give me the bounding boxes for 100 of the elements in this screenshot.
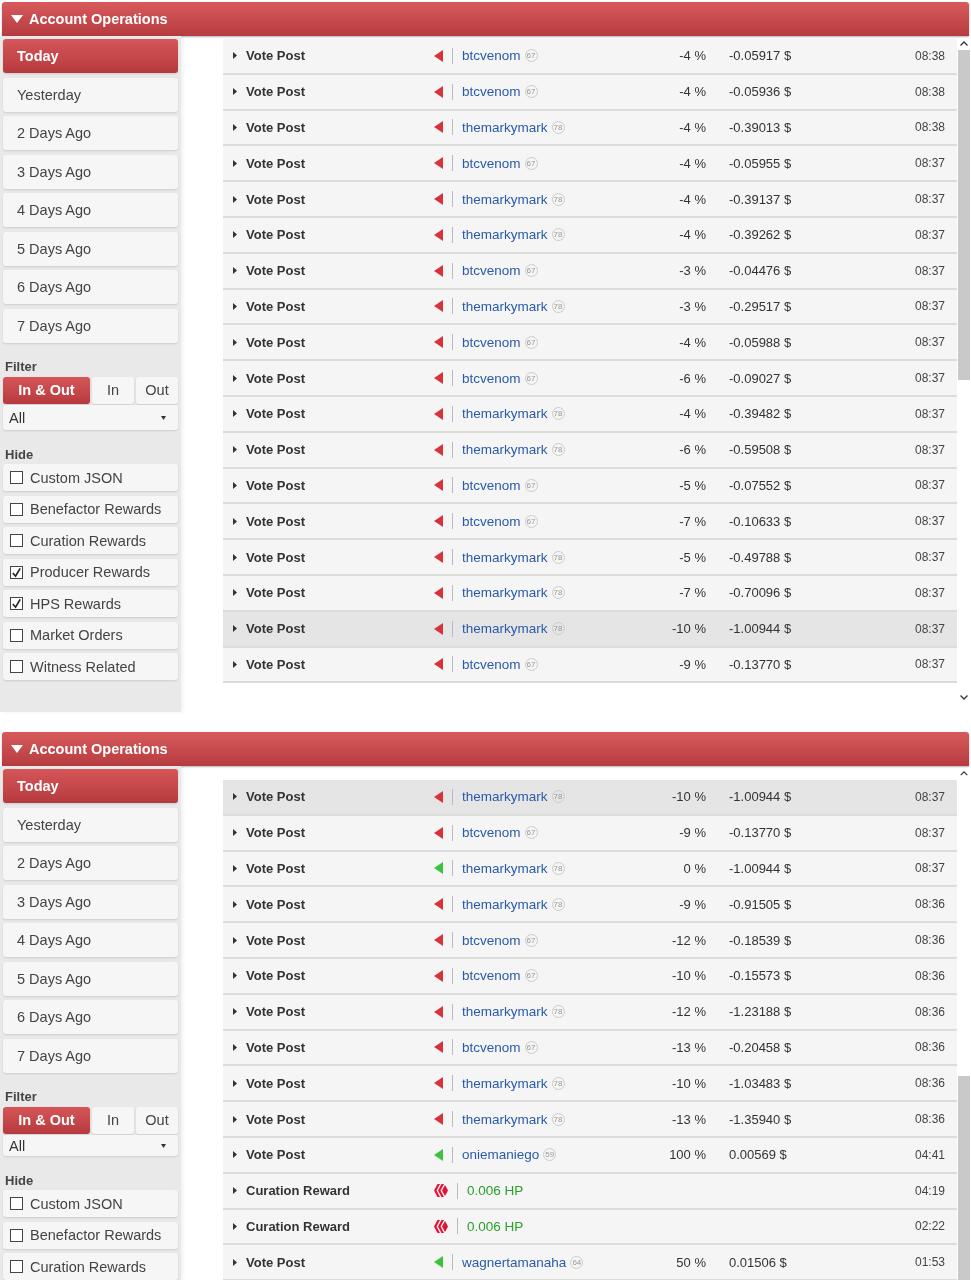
checkbox[interactable] — [10, 471, 23, 484]
expand-icon[interactable] — [233, 793, 237, 801]
expand-icon[interactable] — [233, 302, 237, 310]
expand-icon[interactable] — [233, 195, 237, 203]
operation-row[interactable]: Curation Reward 0.006 HP 02:22 — [223, 1209, 957, 1246]
expand-icon[interactable] — [233, 865, 237, 872]
scroll-up-icon[interactable] — [960, 771, 968, 776]
checkbox[interactable] — [10, 565, 23, 579]
day-tab[interactable]: Yesterday — [3, 77, 178, 112]
account-link[interactable]: btcvenom — [462, 263, 521, 279]
operation-row[interactable]: Vote Post btcvenom 67 -10 % -0.15573 $ 08:36 — [223, 959, 957, 995]
account-link[interactable]: themarkymark — [462, 585, 548, 601]
operation-row[interactable]: Vote Post btcvenom 67 -9 % -0.13770 $ 08:37 — [223, 647, 957, 684]
operation-row[interactable]: Vote Post themarkymark 78 0 % -1.00944 $ 08:37 — [223, 851, 957, 888]
account-link[interactable]: wagnertamanaha — [462, 1254, 567, 1270]
account-link[interactable]: themarkymark — [462, 1075, 548, 1091]
expand-icon[interactable] — [233, 829, 237, 837]
expand-icon[interactable] — [233, 1115, 237, 1123]
checkbox[interactable] — [10, 502, 23, 516]
account-link[interactable]: themarkymark — [462, 1004, 548, 1020]
expand-icon[interactable] — [233, 1151, 237, 1159]
day-tab[interactable]: 5 Days Ago — [3, 961, 178, 996]
expand-icon[interactable] — [233, 900, 237, 908]
account-link[interactable]: themarkymark — [462, 120, 548, 135]
operation-row[interactable]: Vote Post themarkymark 78 -3 % -0.29517 $ 08:37 — [223, 289, 957, 326]
hide-option[interactable]: Custom JSON — [3, 464, 178, 491]
operation-row[interactable]: Vote Post btcvenom 67 -6 % -0.09027 $ 08:37 — [223, 361, 957, 397]
account-link[interactable]: btcvenom — [462, 48, 521, 64]
expand-icon[interactable] — [233, 338, 237, 346]
day-tab[interactable]: 2 Days Ago — [3, 846, 178, 880]
expand-icon[interactable] — [233, 660, 237, 668]
panel-header[interactable]: Account Operations — [2, 732, 969, 766]
operation-row[interactable]: Vote Post btcvenom 67 -5 % -0.07552 $ 08:37 — [223, 468, 957, 505]
checkbox[interactable] — [10, 597, 23, 610]
operation-row[interactable]: Vote Post btcvenom 67 -7 % -0.10633 $ 08:37 — [223, 504, 957, 541]
day-tab[interactable]: Yesterday — [3, 807, 178, 842]
expand-icon[interactable] — [233, 267, 237, 275]
operation-row[interactable]: Vote Post themarkymark 78 -10 % -1.00944 $ 08:37 — [223, 611, 957, 648]
scroll-up-icon[interactable] — [960, 41, 968, 46]
expand-icon[interactable] — [233, 1222, 237, 1230]
expand-icon[interactable] — [233, 517, 237, 525]
account-link[interactable]: btcvenom — [462, 84, 521, 100]
account-link[interactable]: btcvenom — [462, 477, 521, 493]
operation-row[interactable]: Vote Post btcvenom 67 -13 % -0.20458 $ 08:36 — [223, 1030, 957, 1067]
expand-icon[interactable] — [233, 88, 237, 96]
expand-icon[interactable] — [233, 1043, 237, 1051]
expand-icon[interactable] — [233, 231, 237, 239]
account-link[interactable]: btcvenom — [462, 932, 521, 948]
expand-icon[interactable] — [233, 1008, 237, 1016]
operation-row[interactable]: Vote Post themarkymark 78 -10 % -1.00944 $ 08:37 — [223, 780, 957, 816]
day-tab[interactable]: 3 Days Ago — [3, 154, 178, 189]
account-link[interactable]: themarkymark — [462, 442, 548, 458]
day-tab[interactable]: 3 Days Ago — [3, 884, 178, 919]
expand-icon[interactable] — [233, 589, 237, 597]
day-tab[interactable]: 6 Days Ago — [3, 270, 178, 304]
filter-option[interactable]: In & Out — [3, 1106, 90, 1134]
scrollbar-thumb[interactable] — [958, 1075, 970, 1280]
hide-option[interactable]: Curation Rewards — [3, 527, 178, 554]
day-tab[interactable]: 5 Days Ago — [3, 231, 178, 266]
account-link[interactable]: themarkymark — [462, 406, 548, 422]
expand-icon[interactable] — [233, 972, 237, 980]
operation-row[interactable]: Vote Post btcvenom 67 -3 % -0.04476 $ 08:37 — [223, 253, 957, 290]
account-link[interactable]: btcvenom — [462, 825, 521, 841]
hide-option[interactable]: Benefactor Rewards — [3, 495, 178, 523]
filter-option[interactable]: In — [92, 1106, 134, 1134]
checkbox[interactable] — [10, 1197, 23, 1210]
operation-row[interactable]: Vote Post btcvenom 67 -4 % -0.05936 $ 08:38 — [223, 74, 957, 111]
hide-option[interactable]: Custom JSON — [3, 1190, 178, 1217]
expand-icon[interactable] — [233, 159, 237, 167]
filter-option[interactable]: Out — [136, 376, 178, 404]
operation-row[interactable]: Vote Post themarkymark 78 -5 % -0.49788 $ 08:37 — [223, 540, 957, 576]
account-link[interactable]: themarkymark — [462, 1111, 548, 1127]
expand-icon[interactable] — [233, 1258, 237, 1266]
account-link[interactable]: themarkymark — [462, 191, 548, 207]
day-tab[interactable]: 7 Days Ago — [3, 308, 178, 343]
account-link[interactable]: themarkymark — [462, 861, 548, 876]
operation-row[interactable]: Vote Post themarkymark 78 -13 % -1.35940 $ 08:36 — [223, 1102, 957, 1138]
operation-row[interactable]: Vote Post wagnertamanaha 64 50 % 0.01506 $ 01:53 — [223, 1245, 957, 1280]
day-tab[interactable]: 4 Days Ago — [3, 923, 178, 957]
operation-row[interactable]: Vote Post oniemaniego 59 100 % 0.00569 $ 04:41 — [223, 1137, 957, 1174]
type-dropdown[interactable]: All — [3, 405, 178, 430]
filter-option[interactable]: In & Out — [3, 376, 90, 404]
operation-row[interactable]: Vote Post themarkymark 78 -12 % -1.23188 $ 08:36 — [223, 994, 957, 1031]
operation-row[interactable]: Curation Reward 0.006 HP 04:19 — [223, 1173, 957, 1210]
account-link[interactable]: btcvenom — [462, 513, 521, 529]
panel-header[interactable]: Account Operations — [2, 2, 969, 36]
type-dropdown[interactable]: All — [3, 1135, 178, 1156]
account-link[interactable]: themarkymark — [462, 621, 548, 637]
operation-row[interactable]: Vote Post themarkymark 78 -4 % -0.39482 $ 08:37 — [223, 396, 957, 433]
operation-row[interactable]: Vote Post themarkymark 78 -9 % -0.91505 $ 08:36 — [223, 887, 957, 924]
account-link[interactable]: themarkymark — [462, 789, 548, 805]
scroll-down-icon[interactable] — [960, 695, 968, 700]
expand-icon[interactable] — [233, 446, 237, 454]
hide-option[interactable]: Witness Related — [3, 653, 178, 680]
operation-row[interactable]: Vote Post themarkymark 78 -4 % -0.39262 $ 08:37 — [223, 218, 957, 254]
account-link[interactable]: btcvenom — [462, 968, 521, 984]
account-link[interactable]: btcvenom — [462, 1039, 521, 1055]
hide-option[interactable]: Producer Rewards — [3, 558, 178, 586]
account-link[interactable]: btcvenom — [462, 155, 521, 171]
account-link[interactable]: oniemaniego — [462, 1147, 540, 1163]
